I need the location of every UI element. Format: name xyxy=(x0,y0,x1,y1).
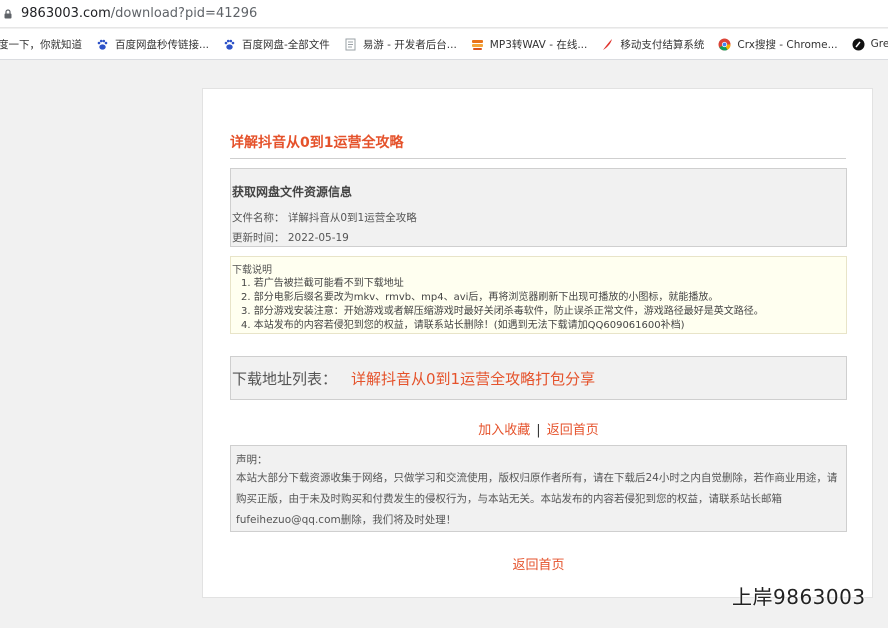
url-text[interactable]: 9863003.com/download?pid=41296 xyxy=(21,6,257,21)
disclaimer-heading: 声明： xyxy=(236,454,268,466)
update-time-value: 2022-05-19 xyxy=(287,232,349,244)
bookmark-label: 移动支付结算系统 xyxy=(620,38,705,51)
download-notes-list: 1. 若广告被拦截可能看不到下载地址 2. 部分电影后缀名要改为mkv、rmvb… xyxy=(241,277,764,333)
download-notes-panel: 下载说明 1. 若广告被拦截可能看不到下载地址 2. 部分电影后缀名要改为mkv… xyxy=(230,256,847,334)
bookmark-crx-search[interactable]: Crx搜搜 - Chrome... xyxy=(718,37,838,52)
url-host: 9863003.com xyxy=(21,6,111,21)
bottom-home-link[interactable]: 返回首页 xyxy=(512,558,564,573)
bookmark-label: 百度网盘秒传链接... xyxy=(115,38,210,51)
url-path: /download?pid=41296 xyxy=(110,6,258,21)
bookmark-label: 易游 - 开发者后台... xyxy=(362,38,457,51)
file-info-panel: 获取网盘文件资源信息 文件名称： 详解抖音从0到1运营全攻略 更新时间： 202… xyxy=(230,168,847,247)
list-item: 3. 部分游戏安装注意：开始游戏或者解压缩游戏时最好关闭杀毒软件，防止误杀正常文… xyxy=(241,306,764,317)
download-list-panel: 下载地址列表： 详解抖音从0到1运营全攻略打包分享 xyxy=(230,356,847,400)
bottom-home: 返回首页 xyxy=(203,554,874,573)
back-home-link[interactable]: 返回首页 xyxy=(547,423,599,438)
update-time-label: 更新时间： xyxy=(232,232,285,244)
file-name-row: 文件名称： 详解抖音从0到1运营全攻略 xyxy=(232,210,417,225)
baidu-paw-icon xyxy=(97,39,108,50)
download-list-label: 下载地址列表： xyxy=(232,369,338,388)
link-separator: | xyxy=(536,423,541,438)
bookmarks-bar: 度一下，你就知道 百度网盘秒传链接... 百度网盘-全部文件 易游 - 开发者后… xyxy=(0,29,888,60)
action-links: 加入收藏 | 返回首页 xyxy=(203,419,874,438)
bookmark-label: Crx搜搜 - Chrome... xyxy=(737,38,838,51)
bookmark-mobile-pay[interactable]: 移动支付结算系统 xyxy=(601,37,704,52)
baidu-paw-icon xyxy=(224,39,235,50)
bookmark-baidu-pan-miaochuan[interactable]: 百度网盘秒传链接... xyxy=(96,37,209,52)
stack-icon xyxy=(471,39,483,50)
address-bar[interactable]: 9863003.com/download?pid=41296 xyxy=(0,0,888,28)
content-card: 详解抖音从0到1运营全攻略 获取网盘文件资源信息 文件名称： 详解抖音从0到1运… xyxy=(202,88,873,598)
list-item: 4. 本站发布的内容若侵犯到您的权益，请联系站长删除！(如遇到无法下载请加QQ6… xyxy=(241,320,685,331)
bookmark-label: MP3转WAV - 在线... xyxy=(489,38,588,51)
add-favorite-link[interactable]: 加入收藏 xyxy=(478,423,530,438)
file-name-value: 详解抖音从0到1运营全攻略 xyxy=(287,212,417,224)
file-name-label: 文件名称： xyxy=(232,212,285,224)
list-item: 1. 若广告被拦截可能看不到下载地址 xyxy=(241,278,404,289)
bookmark-label: 百度网盘-全部文件 xyxy=(242,38,330,51)
disclaimer-panel: 声明： 本站大部分下载资源收集于网络，只做学习和交流使用，版权归原作者所有，请在… xyxy=(230,445,847,532)
bookmark-baidu-search[interactable]: 度一下，你就知道 xyxy=(0,37,82,52)
page-title: 详解抖音从0到1运营全攻略 xyxy=(230,135,404,151)
greasyfork-icon xyxy=(852,38,865,50)
download-notes-heading: 下载说明 xyxy=(232,265,272,276)
list-item: 2. 部分电影后缀名要改为mkv、rmvb、mp4、avi后，再将浏览器刷新下出… xyxy=(241,292,719,303)
title-divider xyxy=(230,158,846,159)
page-icon xyxy=(345,38,356,50)
feather-icon xyxy=(603,38,613,50)
bookmark-yiyou-dev[interactable]: 易游 - 开发者后台... xyxy=(344,37,457,52)
chrome-icon xyxy=(718,38,731,51)
bookmark-greasyfork[interactable]: Greasy F xyxy=(852,38,888,51)
bookmark-mp3-wav[interactable]: MP3转WAV - 在线... xyxy=(471,37,588,52)
watermark-text: 上岸9863003 xyxy=(732,585,866,609)
lock-icon xyxy=(4,8,12,18)
file-info-heading: 获取网盘文件资源信息 xyxy=(232,185,353,199)
bookmark-label: Greasy F xyxy=(870,38,888,50)
disclaimer-text: 本站大部分下载资源收集于网络，只做学习和交流使用，版权归原作者所有，请在下载后2… xyxy=(236,472,838,526)
download-link[interactable]: 详解抖音从0到1运营全攻略打包分享 xyxy=(351,368,595,389)
update-time-row: 更新时间： 2022-05-19 xyxy=(232,230,349,245)
bookmark-baidu-pan-files[interactable]: 百度网盘-全部文件 xyxy=(223,37,330,52)
bookmark-label: 度一下，你就知道 xyxy=(0,38,82,51)
